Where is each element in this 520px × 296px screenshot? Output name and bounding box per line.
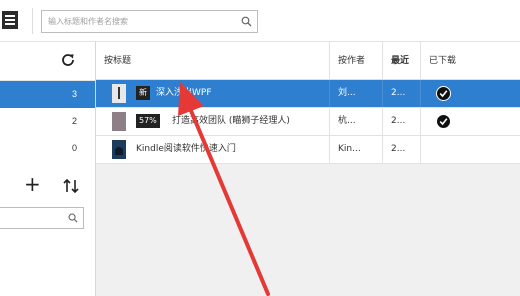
check-circle-icon bbox=[436, 114, 451, 129]
book-row[interactable]: 57% 打造高效团队 (瞄狮子经理人) 杭... 2... bbox=[96, 108, 520, 136]
collection-item-1[interactable]: 3 bbox=[0, 81, 95, 108]
column-divider bbox=[420, 80, 421, 107]
book-row[interactable]: Kindle阅读软件快速入门 Kin... 2... bbox=[96, 136, 520, 164]
book-cover bbox=[112, 140, 126, 159]
search-icon[interactable] bbox=[68, 213, 78, 223]
column-divider bbox=[329, 80, 330, 107]
book-cover bbox=[112, 84, 126, 103]
progress-badge: 57% bbox=[136, 114, 160, 128]
check-circle-icon bbox=[436, 86, 451, 101]
book-title: 深入浅出WPF bbox=[156, 88, 212, 98]
new-badge: 新 bbox=[136, 86, 150, 100]
refresh-icon[interactable] bbox=[60, 52, 76, 68]
book-title: Kindle阅读软件快速入门 bbox=[136, 144, 236, 154]
column-divider bbox=[420, 136, 421, 163]
column-divider bbox=[382, 80, 383, 107]
collection-count: 3 bbox=[71, 89, 77, 99]
book-list: 按标题 按作者 最近 已下载 新 深入浅出WPF 刘... 2... 57% 打… bbox=[95, 42, 520, 296]
column-divider bbox=[329, 136, 330, 163]
column-divider bbox=[329, 108, 330, 135]
collections-pane: 3 2 0 + bbox=[0, 42, 95, 296]
book-author: 刘... bbox=[338, 88, 356, 98]
book-date: 2... bbox=[391, 88, 406, 98]
collection-search-box[interactable] bbox=[0, 207, 84, 229]
library-search-box[interactable] bbox=[41, 10, 258, 33]
column-header-downloaded[interactable]: 已下载 bbox=[421, 42, 520, 80]
collection-item-2[interactable]: 2 bbox=[0, 108, 95, 135]
collection-count: 2 bbox=[71, 116, 77, 126]
collection-count: 0 bbox=[71, 143, 77, 153]
plus-icon[interactable]: + bbox=[24, 174, 41, 194]
search-icon[interactable] bbox=[241, 16, 252, 27]
top-bar bbox=[0, 0, 520, 42]
book-date: 2... bbox=[391, 144, 406, 154]
book-row[interactable]: 新 深入浅出WPF 刘... 2... bbox=[96, 80, 520, 108]
book-date: 2... bbox=[391, 116, 406, 126]
book-title: 打造高效团队 (瞄狮子经理人) bbox=[172, 116, 290, 126]
column-divider bbox=[382, 136, 383, 163]
column-header-author[interactable]: 按作者 bbox=[330, 42, 383, 80]
collection-search-input[interactable] bbox=[0, 208, 64, 228]
hamburger-icon[interactable] bbox=[2, 11, 18, 29]
column-divider bbox=[382, 108, 383, 135]
table-header: 按标题 按作者 最近 已下载 bbox=[96, 42, 520, 80]
library-search-input[interactable] bbox=[42, 11, 237, 32]
sort-icon[interactable] bbox=[62, 177, 80, 195]
column-header-title[interactable]: 按标题 bbox=[96, 42, 330, 80]
toolbar-divider bbox=[32, 8, 33, 34]
book-cover bbox=[112, 112, 126, 131]
column-header-recent[interactable]: 最近 bbox=[383, 42, 421, 80]
book-author: 杭... bbox=[338, 116, 356, 126]
collection-item-3[interactable]: 0 bbox=[0, 135, 95, 162]
column-divider bbox=[420, 108, 421, 135]
book-author: Kin... bbox=[338, 144, 361, 154]
